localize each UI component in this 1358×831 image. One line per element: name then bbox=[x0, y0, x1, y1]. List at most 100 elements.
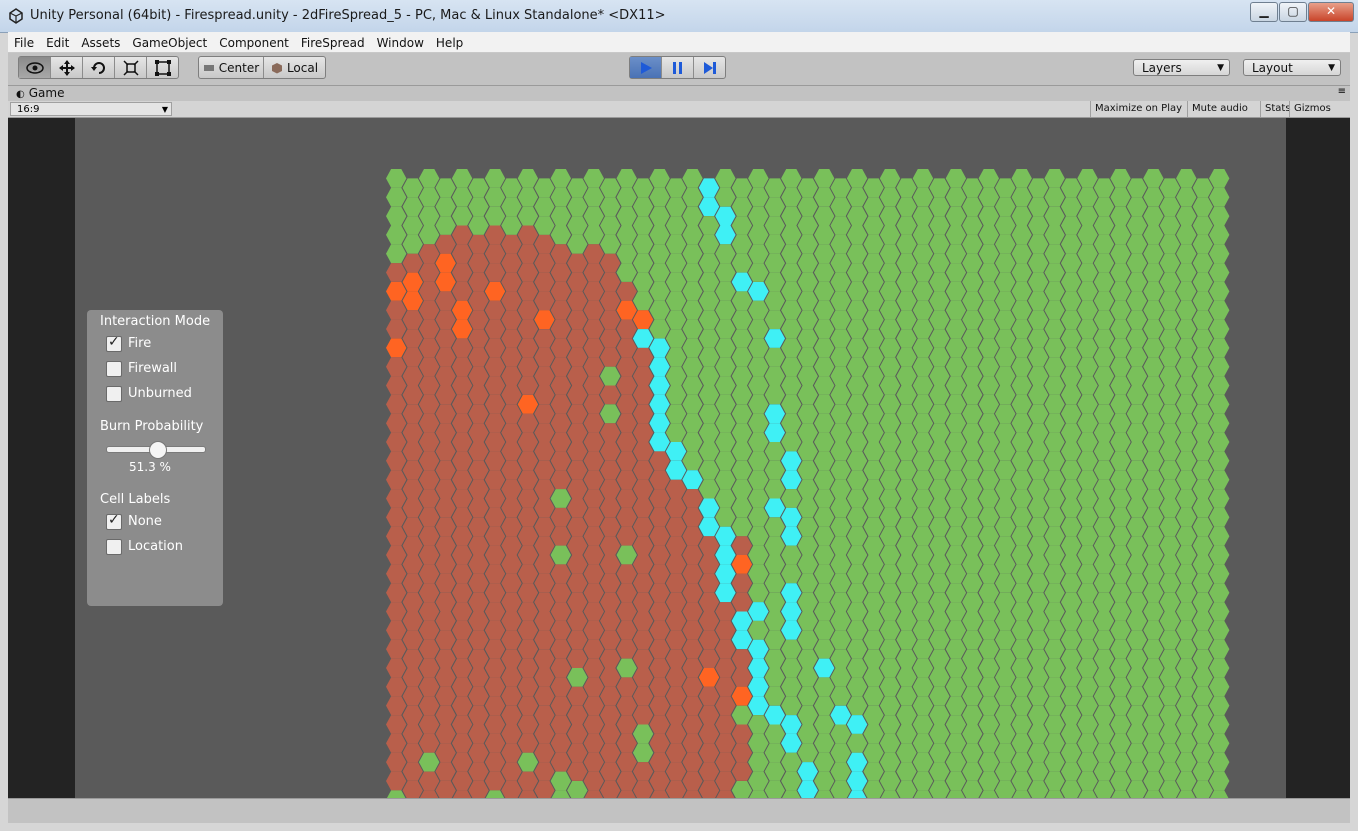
hex-cell-unburned[interactable] bbox=[1077, 526, 1098, 546]
hex-cell-unburned[interactable] bbox=[814, 507, 835, 527]
hex-cell-unburned[interactable] bbox=[1209, 658, 1230, 678]
hex-cell-burned[interactable] bbox=[616, 620, 637, 640]
hex-cell-unburned[interactable] bbox=[1028, 310, 1049, 329]
hex-cell-burned[interactable] bbox=[616, 526, 637, 546]
hex-cell-unburned[interactable] bbox=[1093, 329, 1115, 348]
hex-cell-unburned[interactable] bbox=[929, 781, 950, 800]
hex-cell-burned[interactable] bbox=[583, 357, 605, 377]
hex-cell-unburned[interactable] bbox=[995, 592, 1016, 612]
hex-cell-unburned[interactable] bbox=[764, 649, 785, 668]
hex-cell-unburned[interactable] bbox=[1143, 639, 1164, 659]
hex-cell-burned[interactable] bbox=[402, 743, 423, 763]
hex-cell-burned[interactable] bbox=[501, 668, 522, 687]
hex-cell-unburned[interactable] bbox=[632, 743, 654, 763]
hex-cell-unburned[interactable] bbox=[896, 592, 917, 612]
hex-cell-unburned[interactable] bbox=[1060, 517, 1082, 537]
hex-cell-burned[interactable] bbox=[501, 536, 522, 555]
hex-cell-unburned[interactable] bbox=[846, 244, 868, 264]
hex-cell-unburned[interactable] bbox=[781, 225, 802, 245]
hex-cell-unburned[interactable] bbox=[451, 206, 473, 226]
hex-cell-unburned[interactable] bbox=[1110, 376, 1131, 395]
hex-cell-burned[interactable] bbox=[386, 507, 407, 527]
hex-cell-unburned[interactable] bbox=[1077, 244, 1098, 264]
hex-cell-unburned[interactable] bbox=[879, 225, 901, 245]
hex-cell-unburned[interactable] bbox=[912, 545, 934, 565]
hex-cell-unburned[interactable] bbox=[863, 649, 884, 668]
hex-cell-unburned[interactable] bbox=[1060, 366, 1082, 386]
hex-cell-burned[interactable] bbox=[583, 602, 605, 621]
hex-cell-unburned[interactable] bbox=[1110, 338, 1131, 358]
hex-cell-fire[interactable] bbox=[698, 668, 720, 687]
hex-cell-unburned[interactable] bbox=[896, 216, 917, 235]
hex-cell-unburned[interactable] bbox=[846, 413, 868, 433]
hex-cell-unburned[interactable] bbox=[1011, 715, 1032, 734]
hex-cell-unburned[interactable] bbox=[830, 404, 851, 424]
hex-cell-unburned[interactable] bbox=[698, 423, 720, 442]
hex-cell-burned[interactable] bbox=[632, 385, 654, 405]
hex-cell-unburned[interactable] bbox=[1093, 630, 1115, 650]
hex-cell-unburned[interactable] bbox=[1126, 498, 1148, 518]
hex-cell-burned[interactable] bbox=[451, 696, 473, 715]
hex-cell-firewall[interactable] bbox=[698, 178, 720, 198]
hex-cell-unburned[interactable] bbox=[1028, 536, 1049, 555]
hex-cell-unburned[interactable] bbox=[748, 319, 769, 339]
hex-cell-burned[interactable] bbox=[418, 376, 440, 395]
hex-cell-unburned[interactable] bbox=[501, 216, 522, 235]
hex-cell-unburned[interactable] bbox=[978, 169, 999, 188]
hex-cell-unburned[interactable] bbox=[1159, 517, 1181, 537]
hex-cell-unburned[interactable] bbox=[682, 169, 703, 188]
hex-cell-unburned[interactable] bbox=[1209, 187, 1230, 207]
hex-cell-unburned[interactable] bbox=[896, 536, 917, 555]
hex-cell-unburned[interactable] bbox=[1192, 479, 1213, 499]
hex-cell-burned[interactable] bbox=[567, 724, 588, 744]
hex-cell-unburned[interactable] bbox=[830, 762, 851, 781]
hex-cell-burned[interactable] bbox=[682, 526, 703, 546]
hex-cell-unburned[interactable] bbox=[1192, 686, 1213, 706]
hex-cell-burned[interactable] bbox=[517, 526, 539, 546]
location-checkbox[interactable] bbox=[106, 539, 122, 555]
hex-cell-unburned[interactable] bbox=[781, 169, 802, 188]
hex-cell-unburned[interactable] bbox=[863, 724, 884, 744]
hex-cell-unburned[interactable] bbox=[1192, 310, 1213, 329]
hex-cell-unburned[interactable] bbox=[1159, 498, 1181, 518]
hex-cell-unburned[interactable] bbox=[929, 347, 950, 367]
hex-cell-burned[interactable] bbox=[402, 611, 423, 631]
hex-cell-unburned[interactable] bbox=[386, 187, 407, 207]
hex-cell-unburned[interactable] bbox=[945, 300, 967, 320]
hex-cell-unburned[interactable] bbox=[600, 216, 621, 235]
hex-cell-unburned[interactable] bbox=[781, 206, 802, 226]
hex-cell-burned[interactable] bbox=[583, 413, 605, 433]
hex-cell-unburned[interactable] bbox=[748, 187, 769, 207]
hex-cell-unburned[interactable] bbox=[1093, 197, 1115, 216]
hex-cell-unburned[interactable] bbox=[1011, 300, 1032, 320]
hex-cell-unburned[interactable] bbox=[1110, 319, 1131, 339]
hex-cell-unburned[interactable] bbox=[1192, 272, 1213, 292]
hex-cell-unburned[interactable] bbox=[896, 197, 917, 216]
hex-cell-unburned[interactable] bbox=[1159, 178, 1181, 198]
hex-cell-burned[interactable] bbox=[567, 611, 588, 631]
hex-cell-burned[interactable] bbox=[649, 583, 670, 603]
hex-cell-burned[interactable] bbox=[567, 404, 588, 424]
hex-cell-burned[interactable] bbox=[402, 781, 423, 800]
hex-cell-unburned[interactable] bbox=[1143, 733, 1164, 753]
hex-cell-unburned[interactable] bbox=[1044, 752, 1065, 772]
hex-cell-unburned[interactable] bbox=[797, 460, 818, 480]
hex-cell-unburned[interactable] bbox=[715, 413, 736, 433]
hex-cell-burned[interactable] bbox=[517, 225, 539, 245]
hex-cell-unburned[interactable] bbox=[814, 733, 835, 753]
hex-cell-unburned[interactable] bbox=[797, 423, 818, 442]
hex-cell-unburned[interactable] bbox=[1060, 385, 1082, 405]
hex-cell-unburned[interactable] bbox=[665, 178, 687, 198]
hex-cell-unburned[interactable] bbox=[764, 216, 785, 235]
hex-cell-burned[interactable] bbox=[386, 715, 407, 734]
hex-cell-burned[interactable] bbox=[583, 583, 605, 603]
hex-cell-unburned[interactable] bbox=[929, 517, 950, 537]
hex-cell-burned[interactable] bbox=[583, 733, 605, 753]
hex-cell-burned[interactable] bbox=[534, 781, 555, 800]
hex-cell-unburned[interactable] bbox=[1110, 564, 1131, 584]
hex-cell-unburned[interactable] bbox=[1176, 451, 1197, 471]
hex-cell-unburned[interactable] bbox=[797, 216, 818, 235]
hex-cell-firewall[interactable] bbox=[781, 451, 802, 471]
hex-cell-unburned[interactable] bbox=[830, 197, 851, 216]
hex-cell-unburned[interactable] bbox=[814, 376, 835, 395]
